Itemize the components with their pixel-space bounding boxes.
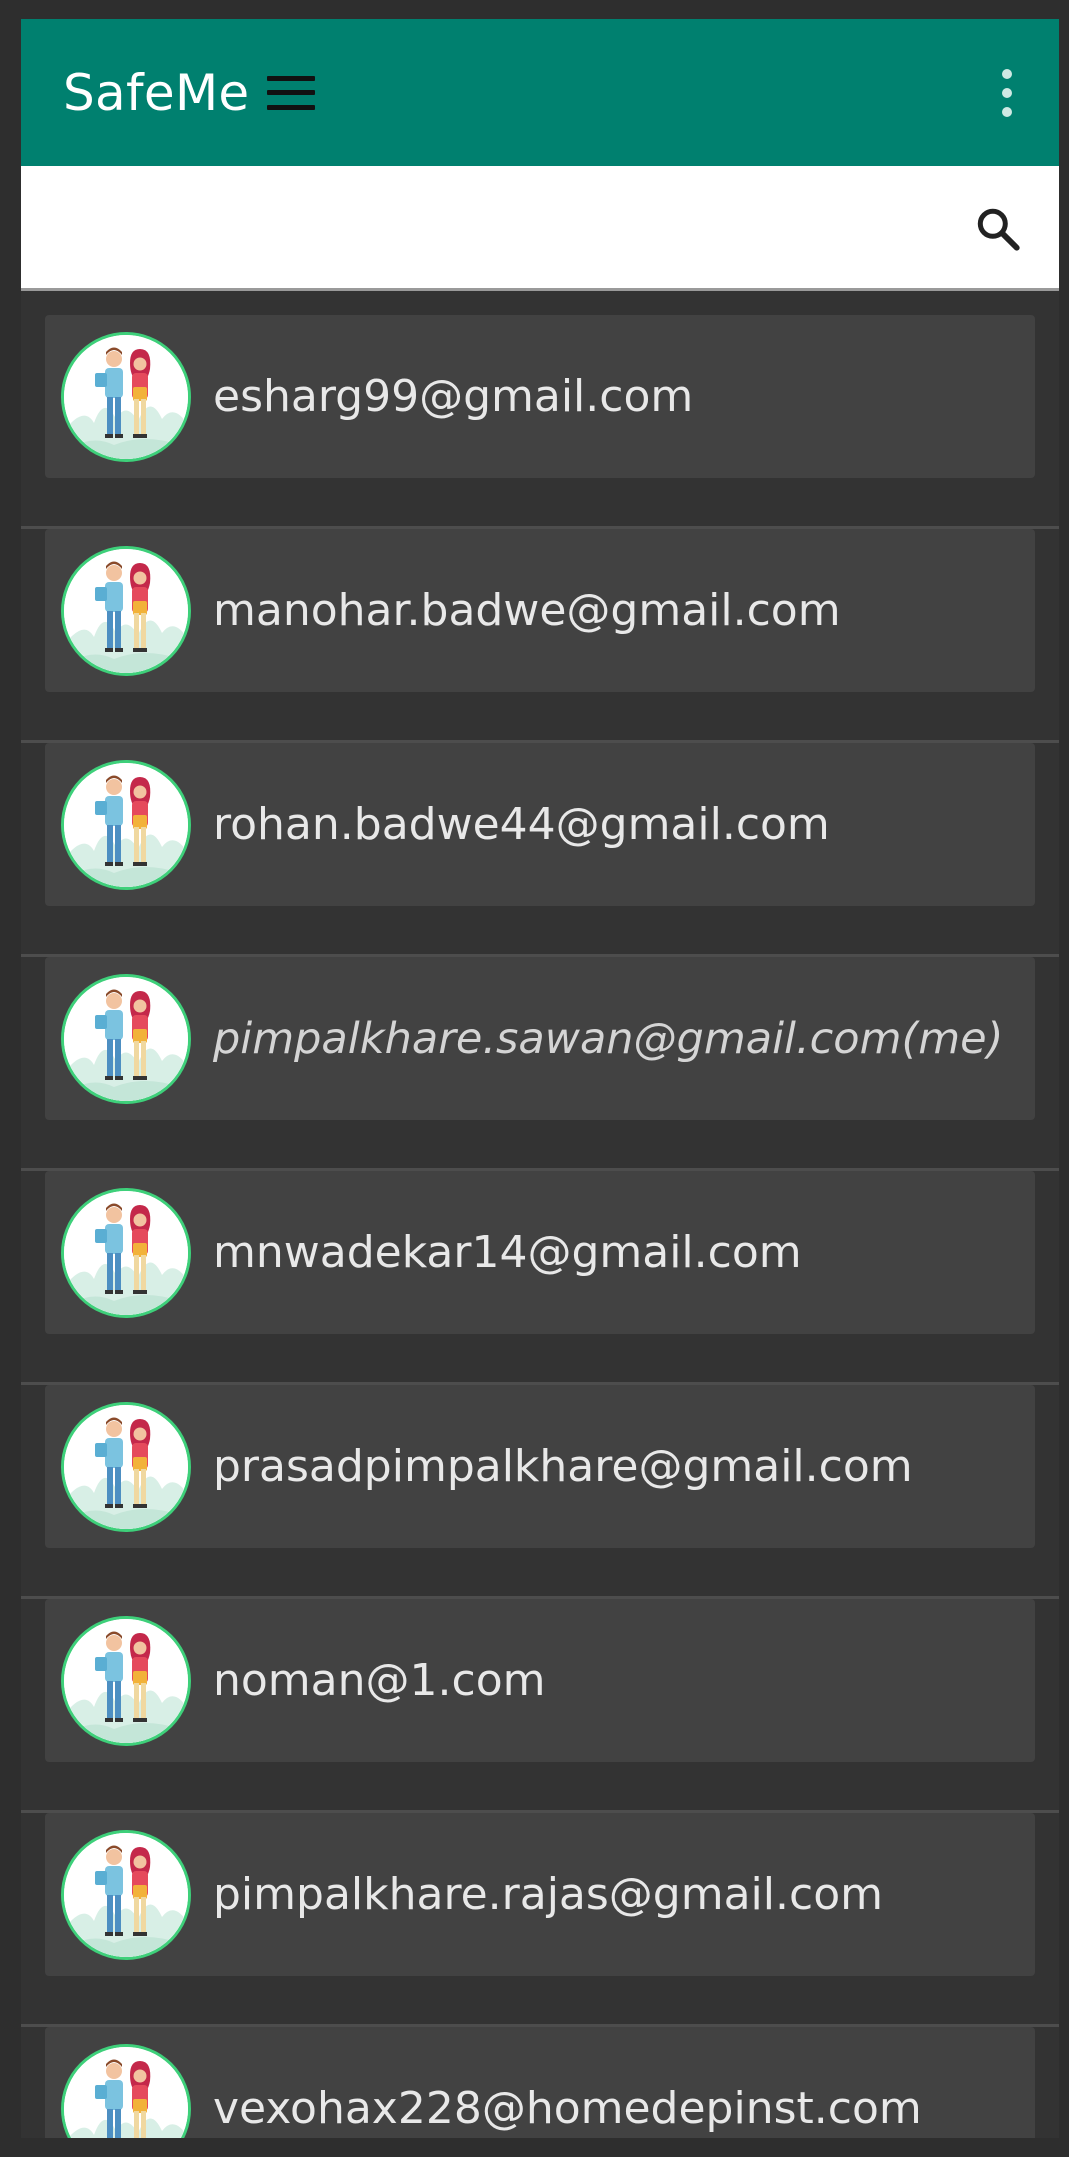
contact-email-me: pimpalkhare.sawan@gmail.com(me) (213, 1013, 1004, 1064)
list-item: manohar.badwe@gmail.com (21, 529, 1059, 743)
avatar (61, 1615, 191, 1746)
contact-card[interactable]: pimpalkhare.rajas@gmail.com (45, 1813, 1035, 1976)
list-item: rohan.badwe44@gmail.com (21, 743, 1059, 957)
avatar (61, 545, 191, 676)
contact-card[interactable]: mnwadekar14@gmail.com (45, 1171, 1035, 1334)
contact-email: mnwadekar14@gmail.com (213, 1227, 802, 1278)
avatar (61, 1401, 191, 1532)
app-title: SafeMe (63, 63, 250, 122)
list-item: vexohax228@homedepinst.com (21, 2027, 1059, 2138)
contact-list: esharg99@gmail.com manohar.badwe@gmail.c… (21, 291, 1059, 2138)
list-item: mnwadekar14@gmail.com (21, 1171, 1059, 1385)
contact-email: noman@1.com (213, 1655, 546, 1706)
contact-card[interactable]: vexohax228@homedepinst.com (45, 2027, 1035, 2138)
avatar (61, 2043, 191, 2138)
app-bar: SafeMe (21, 19, 1059, 166)
contact-card-me[interactable]: pimpalkhare.sawan@gmail.com(me) (45, 957, 1035, 1120)
contact-email: prasadpimpalkhare@gmail.com (213, 1441, 913, 1492)
avatar (61, 331, 191, 462)
contact-card[interactable]: prasadpimpalkhare@gmail.com (45, 1385, 1035, 1548)
list-item: prasadpimpalkhare@gmail.com (21, 1385, 1059, 1599)
list-item: esharg99@gmail.com (21, 315, 1059, 529)
contact-card[interactable]: noman@1.com (45, 1599, 1035, 1762)
contact-card[interactable]: rohan.badwe44@gmail.com (45, 743, 1035, 906)
search-input[interactable] (21, 166, 941, 291)
hamburger-menu-icon[interactable] (267, 75, 316, 110)
contact-email: manohar.badwe@gmail.com (213, 585, 841, 636)
contact-email: rohan.badwe44@gmail.com (213, 799, 830, 850)
search-bar (21, 166, 1059, 291)
search-icon[interactable] (973, 204, 1023, 254)
avatar (61, 1829, 191, 1960)
list-item: pimpalkhare.rajas@gmail.com (21, 1813, 1059, 2027)
avatar (61, 759, 191, 890)
list-item: pimpalkhare.sawan@gmail.com(me) (21, 957, 1059, 1171)
contact-email: pimpalkhare.rajas@gmail.com (213, 1869, 883, 1920)
avatar (61, 973, 191, 1104)
avatar (61, 1187, 191, 1318)
list-item: noman@1.com (21, 1599, 1059, 1813)
app-window: SafeMe esharg99@gmail.com manohar.badwe@… (21, 19, 1059, 2138)
contact-card[interactable]: esharg99@gmail.com (45, 315, 1035, 478)
more-vert-icon[interactable] (999, 69, 1015, 117)
contact-card[interactable]: manohar.badwe@gmail.com (45, 529, 1035, 692)
contact-email: esharg99@gmail.com (213, 371, 694, 422)
contact-email: vexohax228@homedepinst.com (213, 2083, 922, 2134)
